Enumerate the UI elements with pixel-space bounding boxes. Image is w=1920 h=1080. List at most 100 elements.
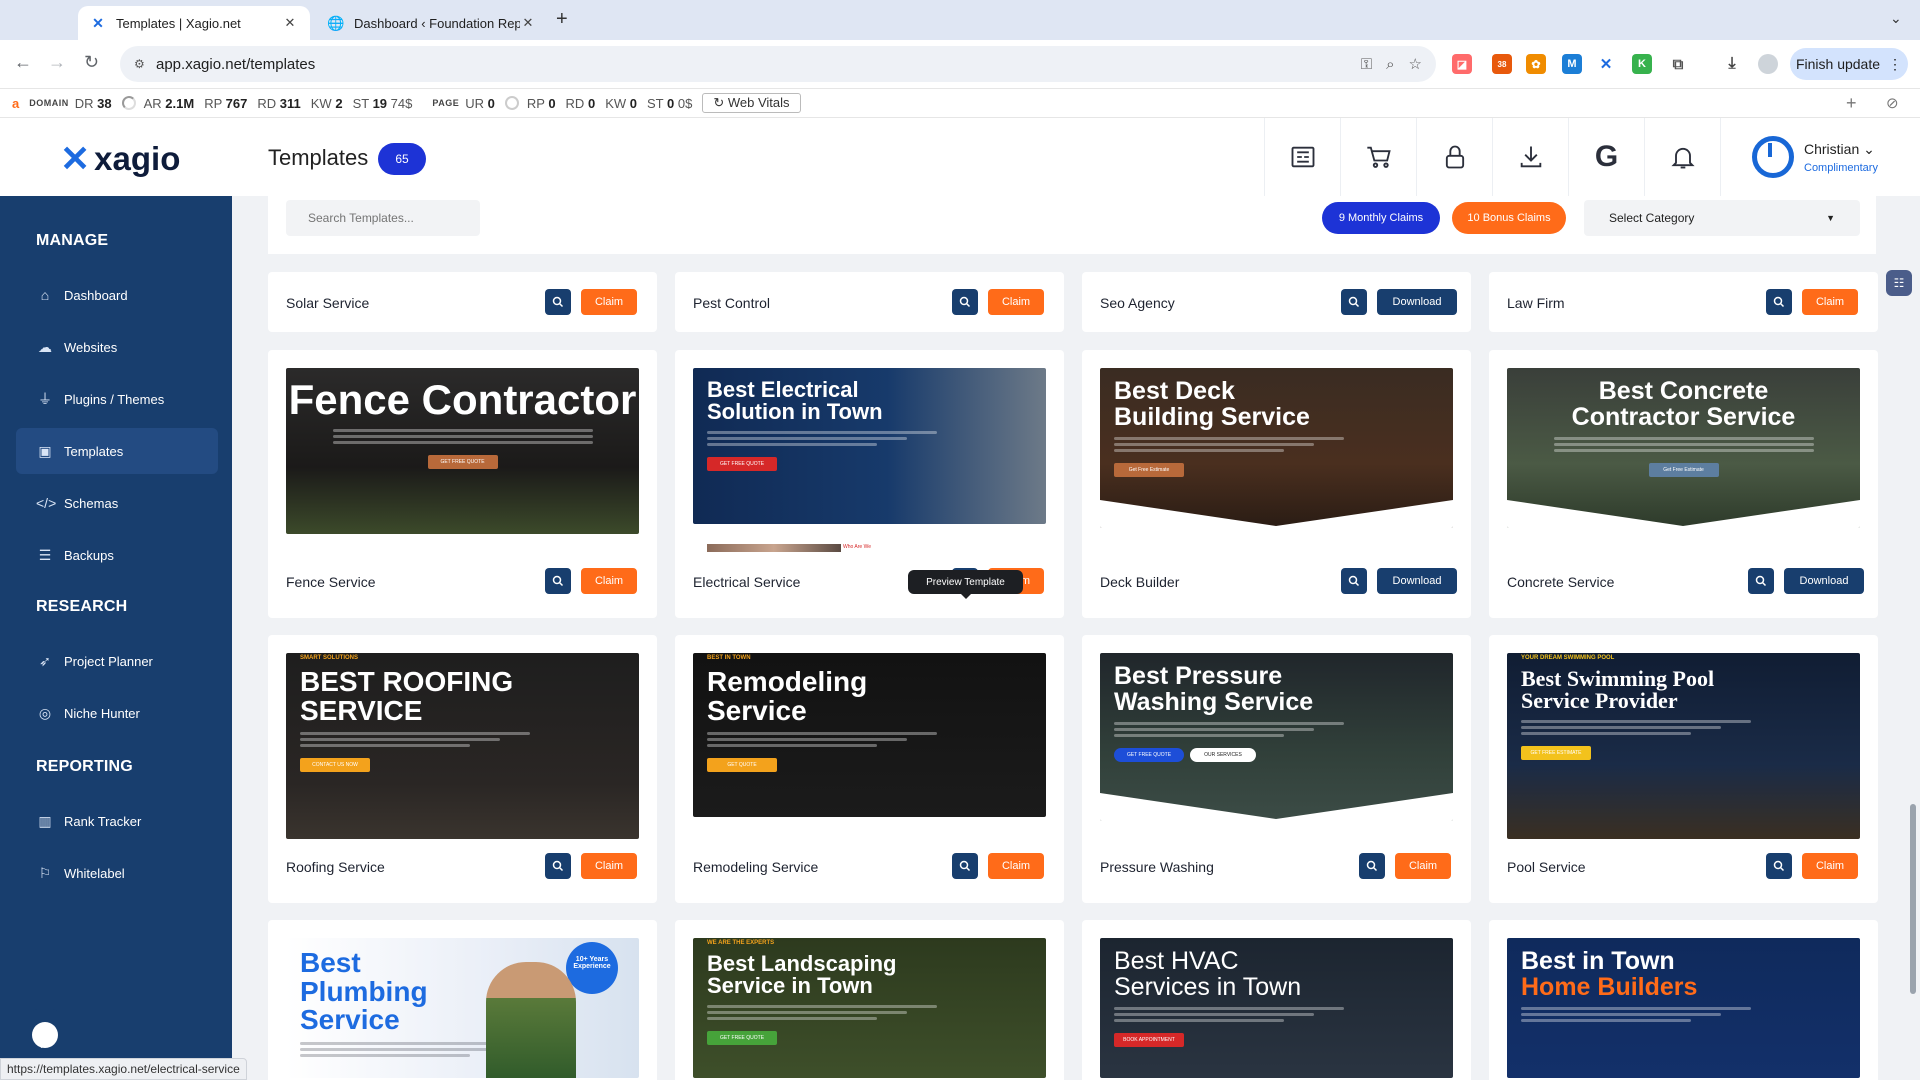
side-tool-icon[interactable]: ☷	[1886, 270, 1912, 296]
preview-search-button[interactable]	[952, 289, 978, 315]
download-button[interactable]: Download	[1377, 289, 1457, 315]
page-label: PAGE	[432, 98, 460, 108]
new-tab-button[interactable]: +	[556, 8, 568, 31]
template-thumbnail[interactable]: SMART SOLUTIONS BEST ROOFING SERVICE CONTAC…	[286, 653, 639, 839]
user-name: Christian	[1804, 140, 1860, 157]
xagio-extension-icon[interactable]: ✕	[1596, 54, 1616, 74]
google-icon[interactable]: G	[1568, 118, 1644, 196]
sidebar-item-schemas[interactable]: </> Schemas	[16, 480, 218, 526]
sidebar-item-templates[interactable]: ▣ Templates	[16, 428, 218, 474]
download-button[interactable]: Download	[1784, 568, 1864, 594]
claim-button[interactable]: Claim	[581, 289, 637, 315]
password-key-icon[interactable]: ⚿	[1361, 56, 1372, 73]
template-thumbnail[interactable]: Fence Contractor GET FREE QUOTE	[286, 368, 639, 534]
plus-icon[interactable]: +	[1846, 93, 1857, 114]
search-input[interactable]	[286, 200, 480, 236]
claim-button[interactable]: Claim	[581, 568, 637, 594]
forward-arrow-icon[interactable]: →	[48, 52, 66, 73]
preview-search-button[interactable]	[545, 853, 571, 879]
extension-icon[interactable]: ✿	[1526, 54, 1546, 74]
preview-search-button[interactable]	[952, 853, 978, 879]
template-name: Solar Service	[286, 295, 370, 311]
thumbnail-cta: GET FREE QUOTE	[1114, 748, 1184, 762]
downloads-icon[interactable]: ⤓	[1722, 54, 1742, 74]
preview-search-button[interactable]	[1341, 568, 1367, 594]
template-name: Pressure Washing	[1100, 859, 1214, 875]
preview-search-button[interactable]	[545, 289, 571, 315]
thumbnail-headline: Home Builders	[1521, 972, 1698, 1001]
disable-icon[interactable]: ⊘	[1886, 94, 1899, 112]
browser-tab-templates[interactable]: ✕ Templates | Xagio.net ✕	[78, 6, 310, 40]
sidebar-item-label: Templates	[64, 443, 124, 459]
preview-search-button[interactable]	[545, 568, 571, 594]
browser-tab-dashboard[interactable]: 🌐 Dashboard ‹ Foundation Rep ✕	[316, 6, 548, 40]
template-thumbnail[interactable]: Best HVAC Services in Town BOOK APPOINTMEN…	[1100, 938, 1453, 1078]
download-icon[interactable]	[1492, 118, 1568, 196]
web-vitals-button[interactable]: ↻ Web Vitals	[702, 93, 801, 113]
scrollbar-thumb[interactable]	[1910, 804, 1916, 994]
preview-search-button[interactable]	[1766, 853, 1792, 879]
zoom-icon[interactable]: ⌕	[1386, 56, 1394, 73]
finish-update-button[interactable]: Finish update ⋮	[1790, 48, 1908, 80]
extension-icon[interactable]: K	[1632, 54, 1652, 74]
reload-icon[interactable]: ↻	[84, 52, 99, 73]
sidebar-item-project-planner[interactable]: ➶ Project Planner	[16, 638, 218, 684]
preview-search-button[interactable]	[1359, 853, 1385, 879]
template-thumbnail[interactable]: Best Pressure Washing Service GET FREE QUO…	[1100, 653, 1453, 821]
template-card-law-firm: Law Firm Claim	[1489, 272, 1878, 332]
claim-button[interactable]: Claim	[988, 289, 1044, 315]
site-info-icon[interactable]: ⚙	[134, 57, 156, 71]
claim-button[interactable]: Claim	[1802, 853, 1858, 879]
newspaper-icon[interactable]	[1264, 118, 1340, 196]
sidebar-item-dashboard[interactable]: ⌂ Dashboard	[16, 272, 218, 318]
puzzle-extensions-icon[interactable]: ⧉	[1668, 54, 1688, 74]
xagio-logo[interactable]: ✕ xagio	[60, 138, 180, 180]
plug-icon: ⏚	[38, 391, 52, 407]
template-thumbnail[interactable]: WE ARE THE EXPERTS Best Landscaping Servic…	[693, 938, 1046, 1078]
close-tab-icon[interactable]: ✕	[282, 15, 298, 31]
template-card-deck-builder: Best Deck Building Service Get Free Estima…	[1082, 350, 1471, 618]
bell-icon[interactable]	[1644, 118, 1720, 196]
template-thumbnail[interactable]: Best Electrical Solution in Town GET FREE …	[693, 368, 1046, 524]
template-thumbnail[interactable]: Best Concrete Contractor Service Get Free …	[1507, 368, 1860, 528]
template-thumbnail[interactable]: Best Plumbing Service 10+ Years Experience	[286, 938, 639, 1078]
thumbnail-text-line	[1114, 722, 1344, 725]
claim-button[interactable]: Claim	[1395, 853, 1451, 879]
sidebar-item-niche-hunter[interactable]: ◎ Niche Hunter	[16, 690, 218, 736]
profile-avatar-icon[interactable]	[1758, 54, 1778, 74]
cart-icon[interactable]	[1340, 118, 1416, 196]
download-button[interactable]: Download	[1377, 568, 1457, 594]
lock-icon[interactable]	[1416, 118, 1492, 196]
sidebar-item-backups[interactable]: ☰ Backups	[16, 532, 218, 578]
preview-search-button[interactable]	[1341, 289, 1367, 315]
extension-icon[interactable]: ◪	[1452, 54, 1472, 74]
extension-icon[interactable]: M	[1562, 54, 1582, 74]
thumbnail-cta: GET QUOTE	[707, 758, 777, 773]
category-select[interactable]: Select Category ▼	[1584, 200, 1860, 236]
thumbnail-cta: Get Free Estimate	[1114, 463, 1184, 477]
preview-search-button[interactable]	[1748, 568, 1774, 594]
close-tab-icon[interactable]: ✕	[520, 15, 536, 31]
claim-button[interactable]: Claim	[1802, 289, 1858, 315]
extension-badge-icon[interactable]: 38	[1492, 54, 1512, 74]
address-bar[interactable]: ⚙ app.xagio.net/templates ⚿ ⌕ ☆	[120, 46, 1436, 82]
template-thumbnail[interactable]: Best in Town Home Builders	[1507, 938, 1860, 1078]
template-thumbnail[interactable]: Best Deck Building Service Get Free Estima…	[1100, 368, 1453, 528]
template-thumbnail[interactable]: YOUR DREAM SWIMMING POOL Best Swimming Po…	[1507, 653, 1860, 839]
sidebar-item-websites[interactable]: ☁ Websites	[16, 324, 218, 370]
thumbnail-text-line	[1114, 1007, 1344, 1010]
preview-search-button[interactable]	[1766, 289, 1792, 315]
user-menu[interactable]: Christian ⌄ Complimentary	[1752, 136, 1878, 178]
claim-button[interactable]: Claim	[988, 853, 1044, 879]
thumbnail-headline: Service	[707, 694, 807, 726]
back-arrow-icon[interactable]: ←	[14, 52, 32, 73]
sidebar-item-plugins-themes[interactable]: ⏚ Plugins / Themes	[16, 376, 218, 422]
bookmark-star-icon[interactable]: ☆	[1409, 55, 1422, 73]
chat-support-button[interactable]	[18, 1008, 72, 1062]
claim-button[interactable]: Claim	[581, 853, 637, 879]
sidebar-item-whitelabel[interactable]: ⚐ Whitelabel	[16, 850, 218, 896]
template-thumbnail[interactable]: BEST IN TOWN Remodeling Service GET QUOTE	[693, 653, 1046, 817]
sidebar-item-label: Rank Tracker	[64, 813, 142, 829]
sidebar-item-rank-tracker[interactable]: ▥ Rank Tracker	[16, 798, 218, 844]
tab-search-chevron-icon[interactable]: ⌄	[1890, 10, 1902, 27]
